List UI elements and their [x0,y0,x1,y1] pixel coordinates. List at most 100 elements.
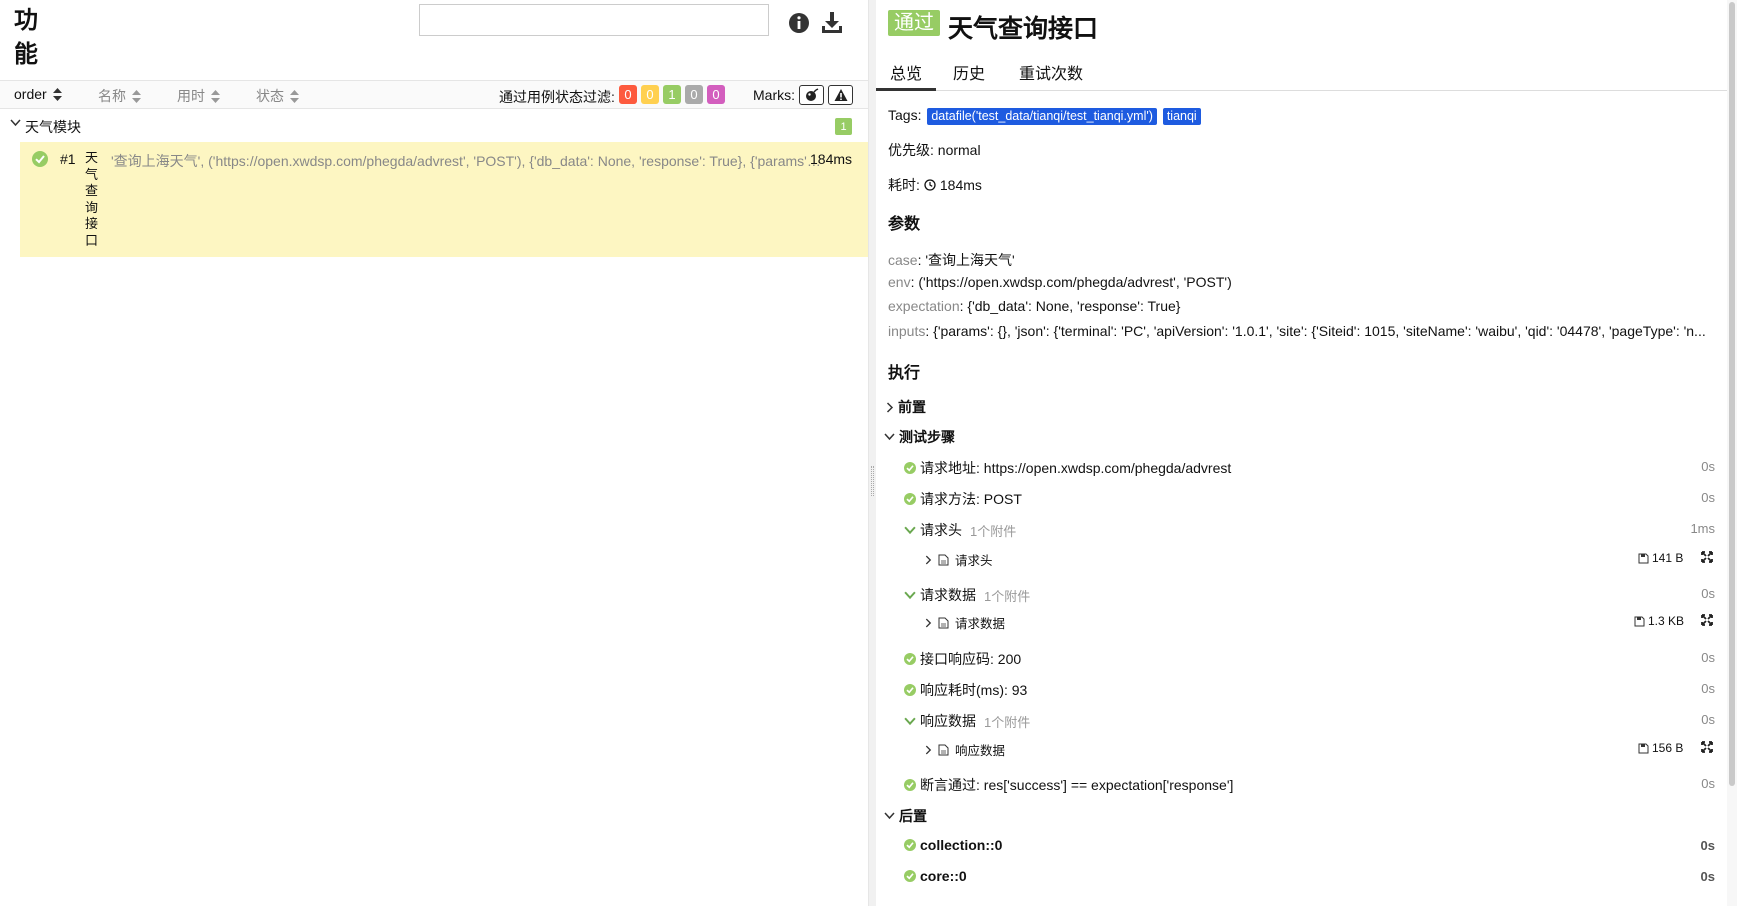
status-filter-badges: 0 0 1 0 0 [619,85,725,104]
filter-passed-badge[interactable]: 1 [663,85,681,104]
attachment-row[interactable]: 请求数据 [925,613,1005,632]
setup-label: 前置 [898,399,926,415]
tab-retries[interactable]: 重试次数 [1005,53,1097,91]
tab-overview[interactable]: 总览 [876,53,937,91]
download-icon[interactable] [820,11,844,35]
attachment-row[interactable]: 响应数据 [925,740,1005,759]
clock-icon [924,179,936,191]
chevron-right-icon [925,745,932,754]
step-response-data[interactable]: 响应数据 1个附件 [904,711,1030,731]
filter-unknown-badge[interactable]: 0 [707,85,725,104]
step-label: 响应数据 [920,713,976,729]
tag-tianqi: tianqi [1162,108,1201,125]
pane-splitter[interactable] [868,0,876,906]
sort-status-label: 状态 [256,88,284,104]
group-passed-count-badge: 1 [835,118,852,135]
step-request-method[interactable]: 请求方法: POST [904,489,1022,509]
step-duration: 0s [1701,490,1715,505]
tree-group-row[interactable]: 天气模块 1 [0,110,868,140]
fullscreen-icon[interactable] [1701,741,1713,753]
scrollbar-thumb[interactable] [1729,2,1735,786]
sort-status-button[interactable]: 状态 [256,86,299,106]
sort-order-label: order [14,86,47,102]
step-duration: 0s [1701,776,1715,791]
chevron-right-icon [925,618,932,627]
sort-order-button[interactable]: order [14,86,62,102]
step-request-url[interactable]: 请求地址: https://open.xwdsp.com/phegda/advr… [904,458,1231,478]
step-label: core::0 [920,868,967,884]
attachment-row[interactable]: 请求头 [925,550,993,569]
splitter-grip[interactable] [871,466,874,496]
param-value: : '查询上海天气' [917,252,1015,268]
param-key: env [888,274,911,290]
teardown-toggle[interactable]: 后置 [884,806,927,826]
info-icon[interactable] [787,11,811,35]
param-key: expectation [888,298,960,314]
duration-value: 184ms [939,177,982,193]
step-duration: 0s [1700,838,1715,853]
attachment-size-value: 141 B [1652,551,1684,565]
tab-history[interactable]: 历史 [939,53,999,91]
mark-new-failed-button[interactable] [828,85,853,105]
param-value: : {'params': {}, 'json': {'terminal': 'P… [925,323,1706,339]
save-icon [1634,616,1645,626]
passed-check-icon [904,839,916,851]
steps-toggle[interactable]: 测试步骤 [884,427,955,447]
passed-check-icon [904,493,916,505]
search-input[interactable] [419,4,769,36]
passed-check-icon [904,779,916,791]
bomb-icon [805,88,818,101]
params-heading: 参数 [888,216,921,233]
fullscreen-icon[interactable] [1701,551,1713,563]
status-badge: 通过 [888,10,940,36]
mark-flaky-button[interactable] [799,85,824,105]
sort-arrows-icon [52,87,62,101]
case-duration: 184ms [810,151,853,167]
sort-duration-label: 用时 [177,88,205,104]
filter-broken-badge[interactable]: 0 [641,85,659,104]
save-icon [1638,553,1649,563]
teardown-label: 后置 [899,808,927,824]
teardown-step-collection[interactable]: collection::0 [904,837,1002,853]
test-title: 天气查询接口 [948,15,1099,43]
sort-name-button[interactable]: 名称 [98,86,141,106]
step-request-headers[interactable]: 请求头 1个附件 [904,520,1016,540]
filter-skipped-badge[interactable]: 0 [685,85,703,104]
setup-toggle[interactable]: 前置 [886,397,926,417]
attachment-name: 请求数据 [955,617,1006,631]
sort-duration-button[interactable]: 用时 [177,86,220,106]
priority-row: 优先级: normal [888,142,981,158]
warning-icon [834,89,847,101]
step-duration: 1ms [1690,521,1715,536]
filter-failed-badge[interactable]: 0 [619,85,637,104]
param-key: case [888,252,918,268]
step-request-data[interactable]: 请求数据 1个附件 [904,585,1030,605]
step-response-code[interactable]: 接口响应码: 200 [904,649,1021,669]
step-duration: 0s [1701,586,1715,601]
passed-check-icon [904,462,916,474]
teardown-step-core[interactable]: core::0 [904,868,967,884]
sort-arrows-icon [132,89,141,103]
step-assertion[interactable]: 断言通过: res['success'] == expectation['res… [904,775,1233,795]
sort-bar: order 名称 用时 状态 通过用例状态过滤: 0 0 1 0 0 Marks… [0,80,868,109]
step-label: 请求地址: https://open.xwdsp.com/phegda/advr… [920,460,1232,476]
sort-name-label: 名称 [98,88,126,104]
param-key: inputs [888,323,926,339]
report-window: 功能 order 名称 用时 状态 通过用例状态过滤: 0 0 1 0 0 Ma… [0,0,1737,906]
fullscreen-icon[interactable] [1701,614,1713,626]
test-case-row[interactable]: #1 天气查询接口 '查询上海天气', ('https://open.xwdsp… [20,142,868,257]
execution-heading: 执行 [888,365,921,382]
param-case: case: '查询上海天气' [888,250,1714,270]
sort-arrows-icon [290,89,299,103]
duration-row: 耗时: 184ms [888,175,982,195]
chevron-down-icon [884,812,895,820]
step-label: 请求头 [920,522,962,538]
duration-label: 耗时: [888,177,920,193]
step-label: 接口响应码: 200 [920,651,1022,667]
step-response-time[interactable]: 响应耗时(ms): 93 [904,680,1027,700]
detail-tabs: 总览 历史 重试次数 [876,53,1727,91]
case-number: #1 [60,151,76,167]
attachment-name: 请求头 [955,554,993,568]
step-label: 请求数据 [920,587,976,603]
chevron-down-icon [884,433,895,441]
